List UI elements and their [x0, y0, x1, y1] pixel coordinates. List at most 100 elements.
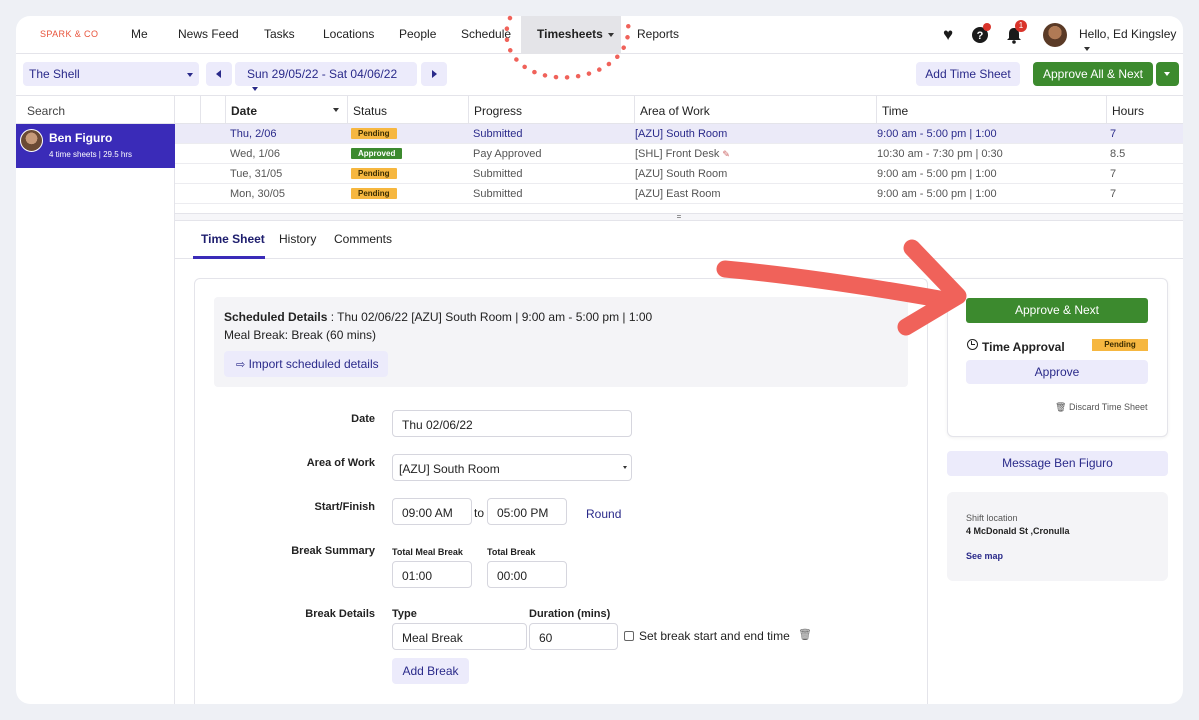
nav-item-timesheets[interactable]: Timesheets — [537, 27, 614, 41]
location-select-value: The Shell — [29, 67, 80, 81]
employee-search-input[interactable]: Search — [16, 96, 175, 124]
finish-time-input[interactable]: 05:00 PM — [487, 498, 567, 525]
total-break-input[interactable]: 00:00 — [487, 561, 567, 588]
time-approval-label: Time Approval — [982, 340, 1065, 354]
to-label: to — [474, 506, 485, 520]
brand-logo[interactable]: SPARK & CO — [40, 29, 98, 39]
discard-label: Discard Time Sheet — [1068, 402, 1148, 412]
shift-location-label: Shift location — [966, 513, 1018, 523]
shift-location-card: Shift location 4 McDonald St ,Cronulla S… — [947, 492, 1168, 581]
column-header-status[interactable]: Status — [347, 96, 468, 124]
import-scheduled-details-button[interactable]: ⇨ Import scheduled details — [224, 351, 388, 377]
sort-icon — [333, 108, 339, 112]
break-duration-input[interactable]: 60 — [529, 623, 618, 650]
row-area-label: [SHL] Front Desk — [635, 148, 720, 160]
row-date: Mon, 30/05 — [230, 188, 286, 200]
approve-all-next-button[interactable]: Approve All & Next — [1033, 62, 1153, 86]
column-header-date-label: Date — [231, 104, 258, 118]
nav-item-tasks[interactable]: Tasks — [264, 27, 295, 41]
round-link[interactable]: Round — [586, 507, 621, 521]
heart-icon[interactable]: ♥ — [938, 25, 958, 45]
date-range-value: Sun 29/05/22 - Sat 04/06/22 — [247, 67, 398, 81]
message-employee-button[interactable]: Message Ben Figuro — [947, 451, 1168, 476]
approve-and-next-button[interactable]: Approve & Next — [966, 298, 1148, 323]
total-meal-break-label: Total Meal Break — [392, 547, 463, 557]
break-type-input[interactable]: Meal Break — [392, 623, 527, 650]
row-time: 10:30 am - 7:30 pm | 0:30 — [877, 148, 1003, 160]
column-header-date[interactable]: Date — [225, 96, 347, 124]
row-progress: Pay Approved — [473, 148, 542, 160]
break-summary-label: Break Summary — [291, 545, 375, 557]
help-icon[interactable]: ? — [971, 23, 991, 45]
chevron-left-icon — [216, 70, 221, 78]
see-map-link[interactable]: See map — [966, 551, 1003, 561]
start-time-input[interactable]: 09:00 AM — [392, 498, 472, 525]
row-hours: 7 — [1110, 168, 1117, 180]
row-time: 9:00 am - 5:00 pm | 1:00 — [877, 168, 997, 180]
nav-item-reports[interactable]: Reports — [637, 27, 679, 41]
tab-comments[interactable]: Comments — [334, 232, 392, 246]
nav-item-me[interactable]: Me — [131, 27, 148, 41]
detail-tabs: Time Sheet History Comments — [175, 221, 1183, 259]
chevron-right-icon — [432, 70, 437, 78]
table-row[interactable]: Thu, 2/06 Pending Submitted [AZU] South … — [175, 124, 1183, 144]
prev-week-button[interactable] — [206, 62, 232, 86]
nav-item-news-feed[interactable]: News Feed — [178, 27, 239, 41]
chevron-down-icon — [187, 73, 193, 77]
status-badge: Pending — [351, 188, 397, 199]
next-week-button[interactable] — [421, 62, 447, 86]
area-of-work-select[interactable]: [AZU] South Room — [392, 454, 632, 481]
pane-resize-handle[interactable]: = — [175, 213, 1183, 221]
break-type-label: Type — [392, 608, 417, 620]
notification-count-badge: 1 — [1015, 20, 1027, 32]
discard-time-sheet-link[interactable]: 🗑 Discard Time Sheet — [1055, 402, 1147, 413]
row-hours: 7 — [1110, 128, 1117, 140]
employee-list-item[interactable]: Ben Figuro 4 time sheets | 29.5 hrs — [16, 124, 175, 168]
date-range-select[interactable]: Sun 29/05/22 - Sat 04/06/22 — [235, 62, 417, 91]
date-input[interactable]: Thu 02/06/22 — [392, 410, 632, 437]
row-progress: Submitted — [473, 188, 523, 200]
location-select[interactable]: The Shell — [23, 62, 199, 86]
set-break-times-label: Set break start and end time — [639, 629, 790, 643]
nav-item-schedule[interactable]: Schedule — [461, 27, 511, 41]
approve-button[interactable]: Approve — [966, 360, 1148, 384]
row-date: Wed, 1/06 — [230, 148, 280, 160]
column-header-hours[interactable]: Hours — [1106, 96, 1183, 124]
table-row[interactable]: Tue, 31/05 Pending Submitted [AZU] South… — [175, 164, 1183, 184]
svg-text:?: ? — [977, 30, 984, 42]
table-row[interactable]: Mon, 30/05 Pending Submitted [AZU] East … — [175, 184, 1183, 204]
import-icon: ⇨ — [236, 359, 246, 371]
approve-options-dropdown[interactable] — [1156, 62, 1179, 86]
chevron-down-icon — [1164, 72, 1170, 76]
import-label: Import scheduled details — [248, 357, 379, 371]
add-time-sheet-button[interactable]: Add Time Sheet — [916, 62, 1020, 86]
table-row[interactable]: Wed, 1/06 Approved Pay Approved [SHL] Fr… — [175, 144, 1183, 164]
column-header-time[interactable]: Time — [876, 96, 1106, 124]
user-avatar[interactable] — [1043, 23, 1067, 47]
chevron-down-icon — [252, 86, 258, 91]
nav-item-timesheets-label: Timesheets — [537, 27, 603, 41]
tab-history[interactable]: History — [279, 232, 316, 246]
total-break-label: Total Break — [487, 547, 536, 557]
table-header: Date Status Progress Area of Work Time H… — [175, 96, 1183, 124]
status-badge: Pending — [351, 128, 397, 139]
column-header-progress[interactable]: Progress — [468, 96, 634, 124]
nav-item-people[interactable]: People — [399, 27, 436, 41]
scheduled-details-value: : Thu 02/06/22 [AZU] South Room | 9:00 a… — [327, 310, 653, 324]
column-header-area[interactable]: Area of Work — [634, 96, 876, 124]
date-label: Date — [351, 413, 375, 425]
delete-break-icon[interactable]: 🗑 — [798, 628, 812, 641]
note-icon: ✎ — [722, 149, 730, 159]
tab-time-sheet[interactable]: Time Sheet — [201, 232, 265, 246]
row-date: Thu, 2/06 — [230, 128, 277, 140]
set-break-times-checkbox[interactable] — [624, 631, 634, 641]
break-duration-label: Duration (mins) — [529, 608, 611, 620]
user-menu[interactable]: Hello, Ed Kingsley — [1079, 27, 1183, 55]
row-time: 9:00 am - 5:00 pm | 1:00 — [877, 188, 997, 200]
help-badge-dot — [983, 23, 991, 31]
status-badge: Pending — [351, 168, 397, 179]
bell-icon[interactable]: 1 — [1004, 20, 1027, 45]
nav-item-locations[interactable]: Locations — [323, 27, 374, 41]
total-meal-break-input[interactable]: 01:00 — [392, 561, 472, 588]
add-break-button[interactable]: Add Break — [392, 658, 469, 684]
